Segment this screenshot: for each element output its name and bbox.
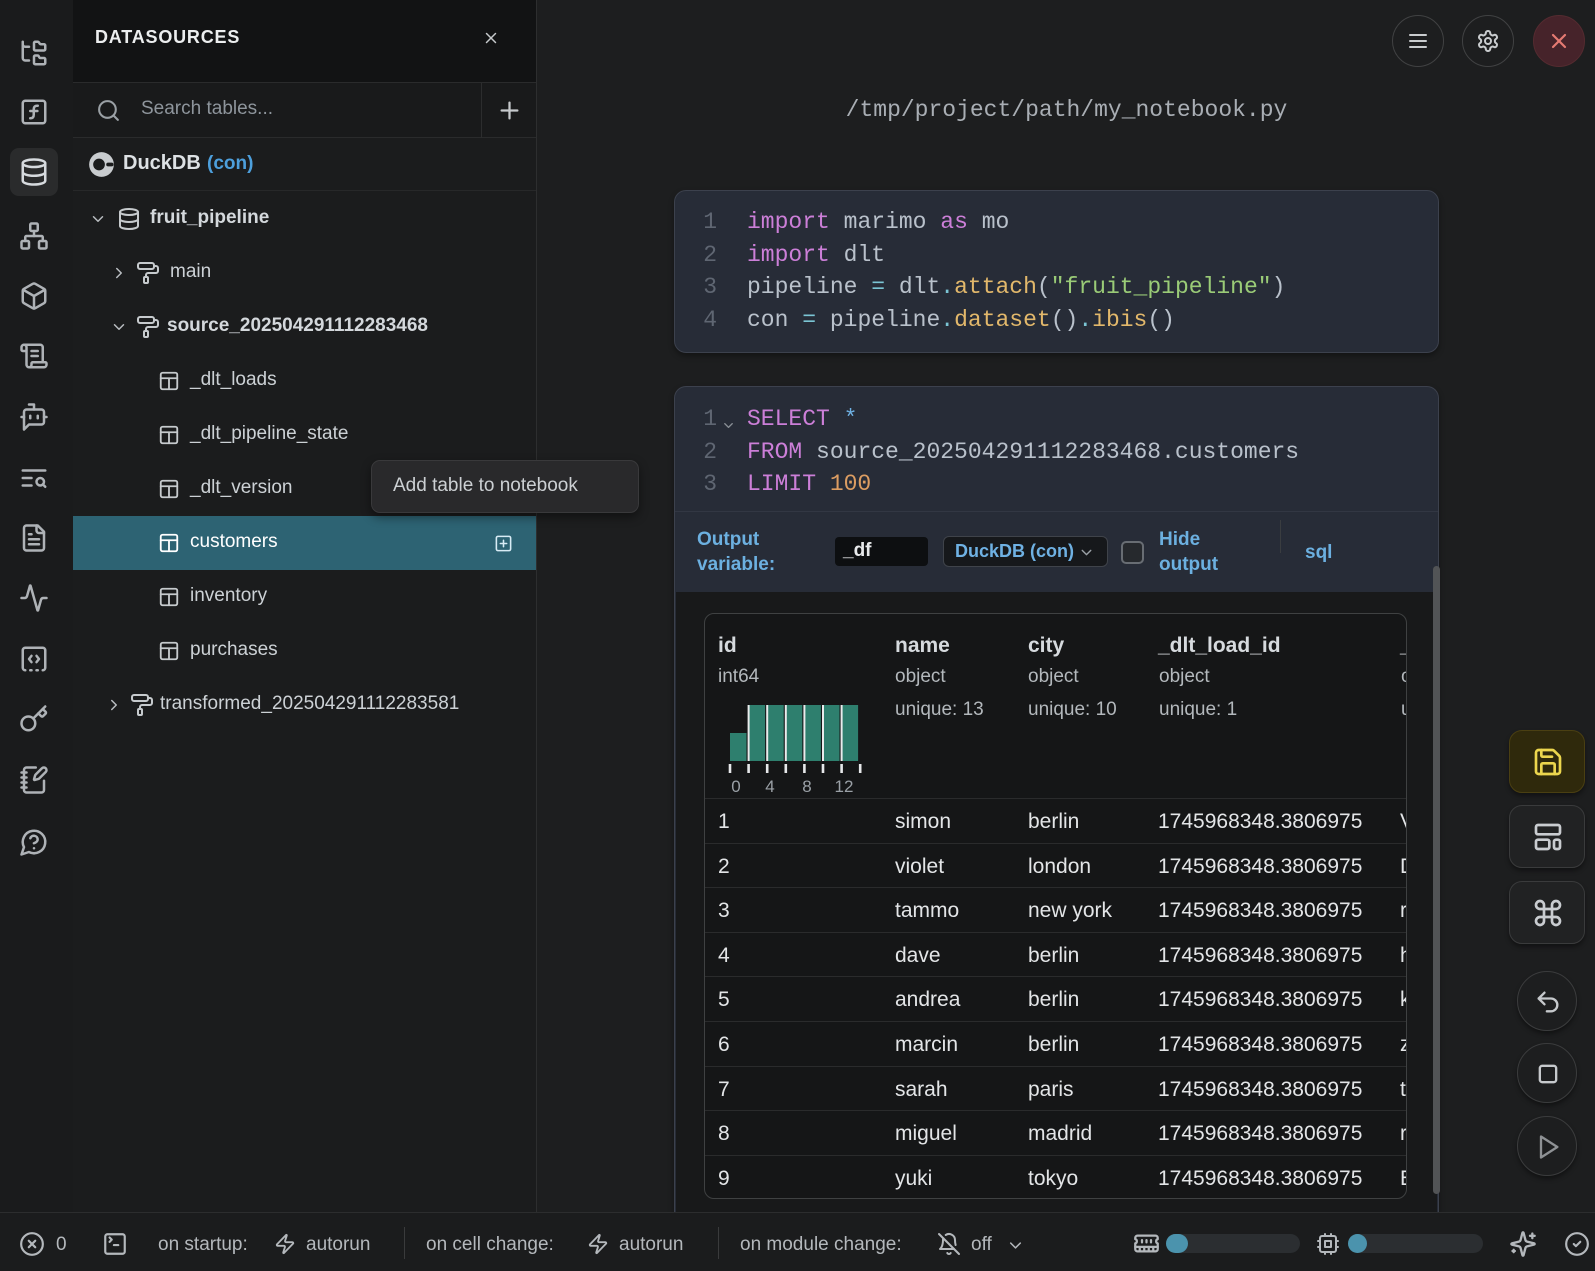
svg-text:4: 4 (765, 777, 774, 796)
svg-text:0: 0 (731, 777, 740, 796)
svg-text:8: 8 (802, 777, 811, 796)
svg-text:12: 12 (835, 777, 854, 796)
